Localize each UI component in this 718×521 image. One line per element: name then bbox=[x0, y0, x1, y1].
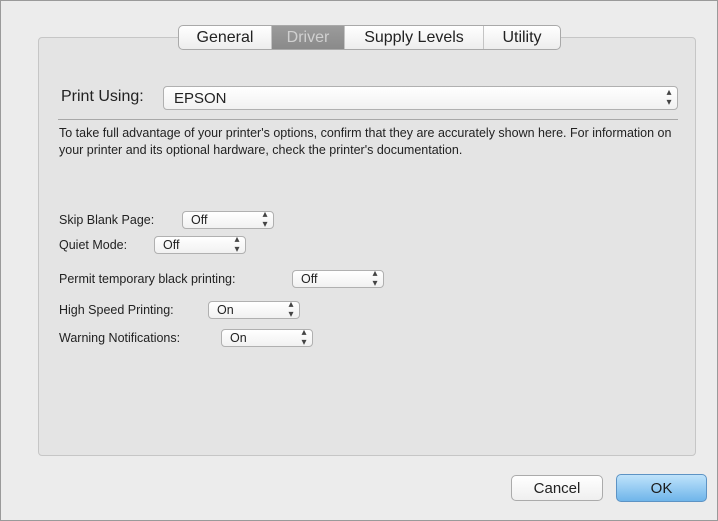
permit-black-printing-label: Permit temporary black printing: bbox=[59, 272, 236, 286]
printer-options-window: General Driver Supply Levels Utility Pri… bbox=[0, 0, 718, 521]
up-down-arrows-icon: ▴ ▾ bbox=[666, 87, 672, 108]
print-using-select[interactable]: EPSON ▴ ▾ bbox=[163, 86, 678, 110]
tab-bar: General Driver Supply Levels Utility bbox=[178, 25, 561, 50]
ok-button[interactable]: OK bbox=[616, 474, 707, 502]
skip-blank-page-value: Off bbox=[191, 213, 208, 227]
high-speed-printing-label: High Speed Printing: bbox=[59, 303, 174, 317]
tab-driver[interactable]: Driver bbox=[272, 26, 345, 49]
skip-blank-page-select[interactable]: Off ▴ ▾ bbox=[182, 209, 274, 230]
high-speed-printing-select[interactable]: On ▴ ▾ bbox=[208, 299, 300, 320]
up-down-arrows-icon: ▴ ▾ bbox=[301, 327, 307, 348]
up-down-arrows-icon: ▴ ▾ bbox=[288, 299, 294, 320]
up-down-arrows-icon: ▴ ▾ bbox=[234, 234, 240, 255]
quiet-mode-label: Quiet Mode: bbox=[59, 238, 128, 252]
high-speed-printing-value: On bbox=[217, 303, 234, 317]
print-using-value: EPSON bbox=[174, 89, 227, 107]
warning-notifications-select[interactable]: On ▴ ▾ bbox=[221, 327, 313, 348]
warning-notifications-label: Warning Notifications: bbox=[59, 331, 181, 345]
cancel-button[interactable]: Cancel bbox=[511, 475, 603, 501]
quiet-mode-select[interactable]: Off ▴ ▾ bbox=[154, 234, 246, 255]
up-down-arrows-icon: ▴ ▾ bbox=[262, 209, 268, 230]
up-down-arrows-icon: ▴ ▾ bbox=[372, 268, 378, 289]
quiet-mode-value: Off bbox=[163, 238, 180, 252]
permit-black-printing-value: Off bbox=[301, 272, 318, 286]
tab-supply-levels[interactable]: Supply Levels bbox=[345, 26, 484, 49]
print-using-label: Print Using: bbox=[61, 88, 144, 105]
tab-general[interactable]: General bbox=[179, 26, 272, 49]
divider bbox=[58, 119, 678, 120]
warning-notifications-value: On bbox=[230, 331, 247, 345]
skip-blank-page-label: Skip Blank Page: bbox=[59, 213, 155, 227]
permit-black-printing-select[interactable]: Off ▴ ▾ bbox=[292, 268, 384, 289]
tab-utility[interactable]: Utility bbox=[484, 26, 560, 49]
description-text: To take full advantage of your printer's… bbox=[59, 126, 672, 157]
